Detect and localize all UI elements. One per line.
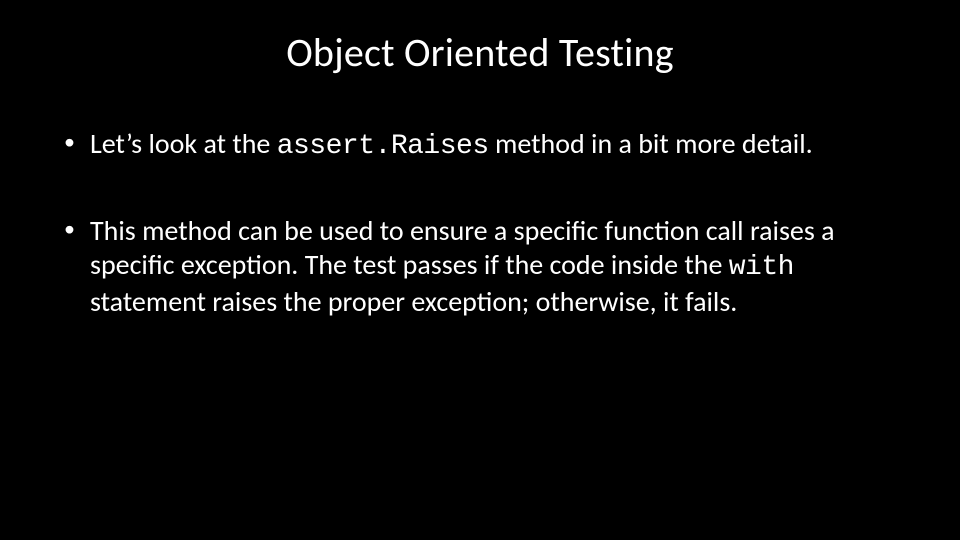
bullet-list: Let’s look at the assert.Raises method i… [50, 127, 910, 320]
bullet-text-suffix: method in a bit more detail. [489, 126, 813, 161]
bullet-text-suffix: statement raises the proper exception; o… [90, 284, 737, 319]
list-item: This method can be used to ensure a spec… [60, 214, 910, 319]
bullet-text-prefix: This method can be used to ensure a spec… [90, 213, 835, 282]
slide-title: Object Oriented Testing [50, 28, 910, 77]
code-span: assert.Raises [277, 131, 489, 162]
list-item: Let’s look at the assert.Raises method i… [60, 127, 910, 164]
code-span: with [729, 252, 794, 283]
slide: Object Oriented Testing Let’s look at th… [0, 0, 960, 540]
bullet-text-prefix: Let’s look at the [90, 126, 277, 161]
